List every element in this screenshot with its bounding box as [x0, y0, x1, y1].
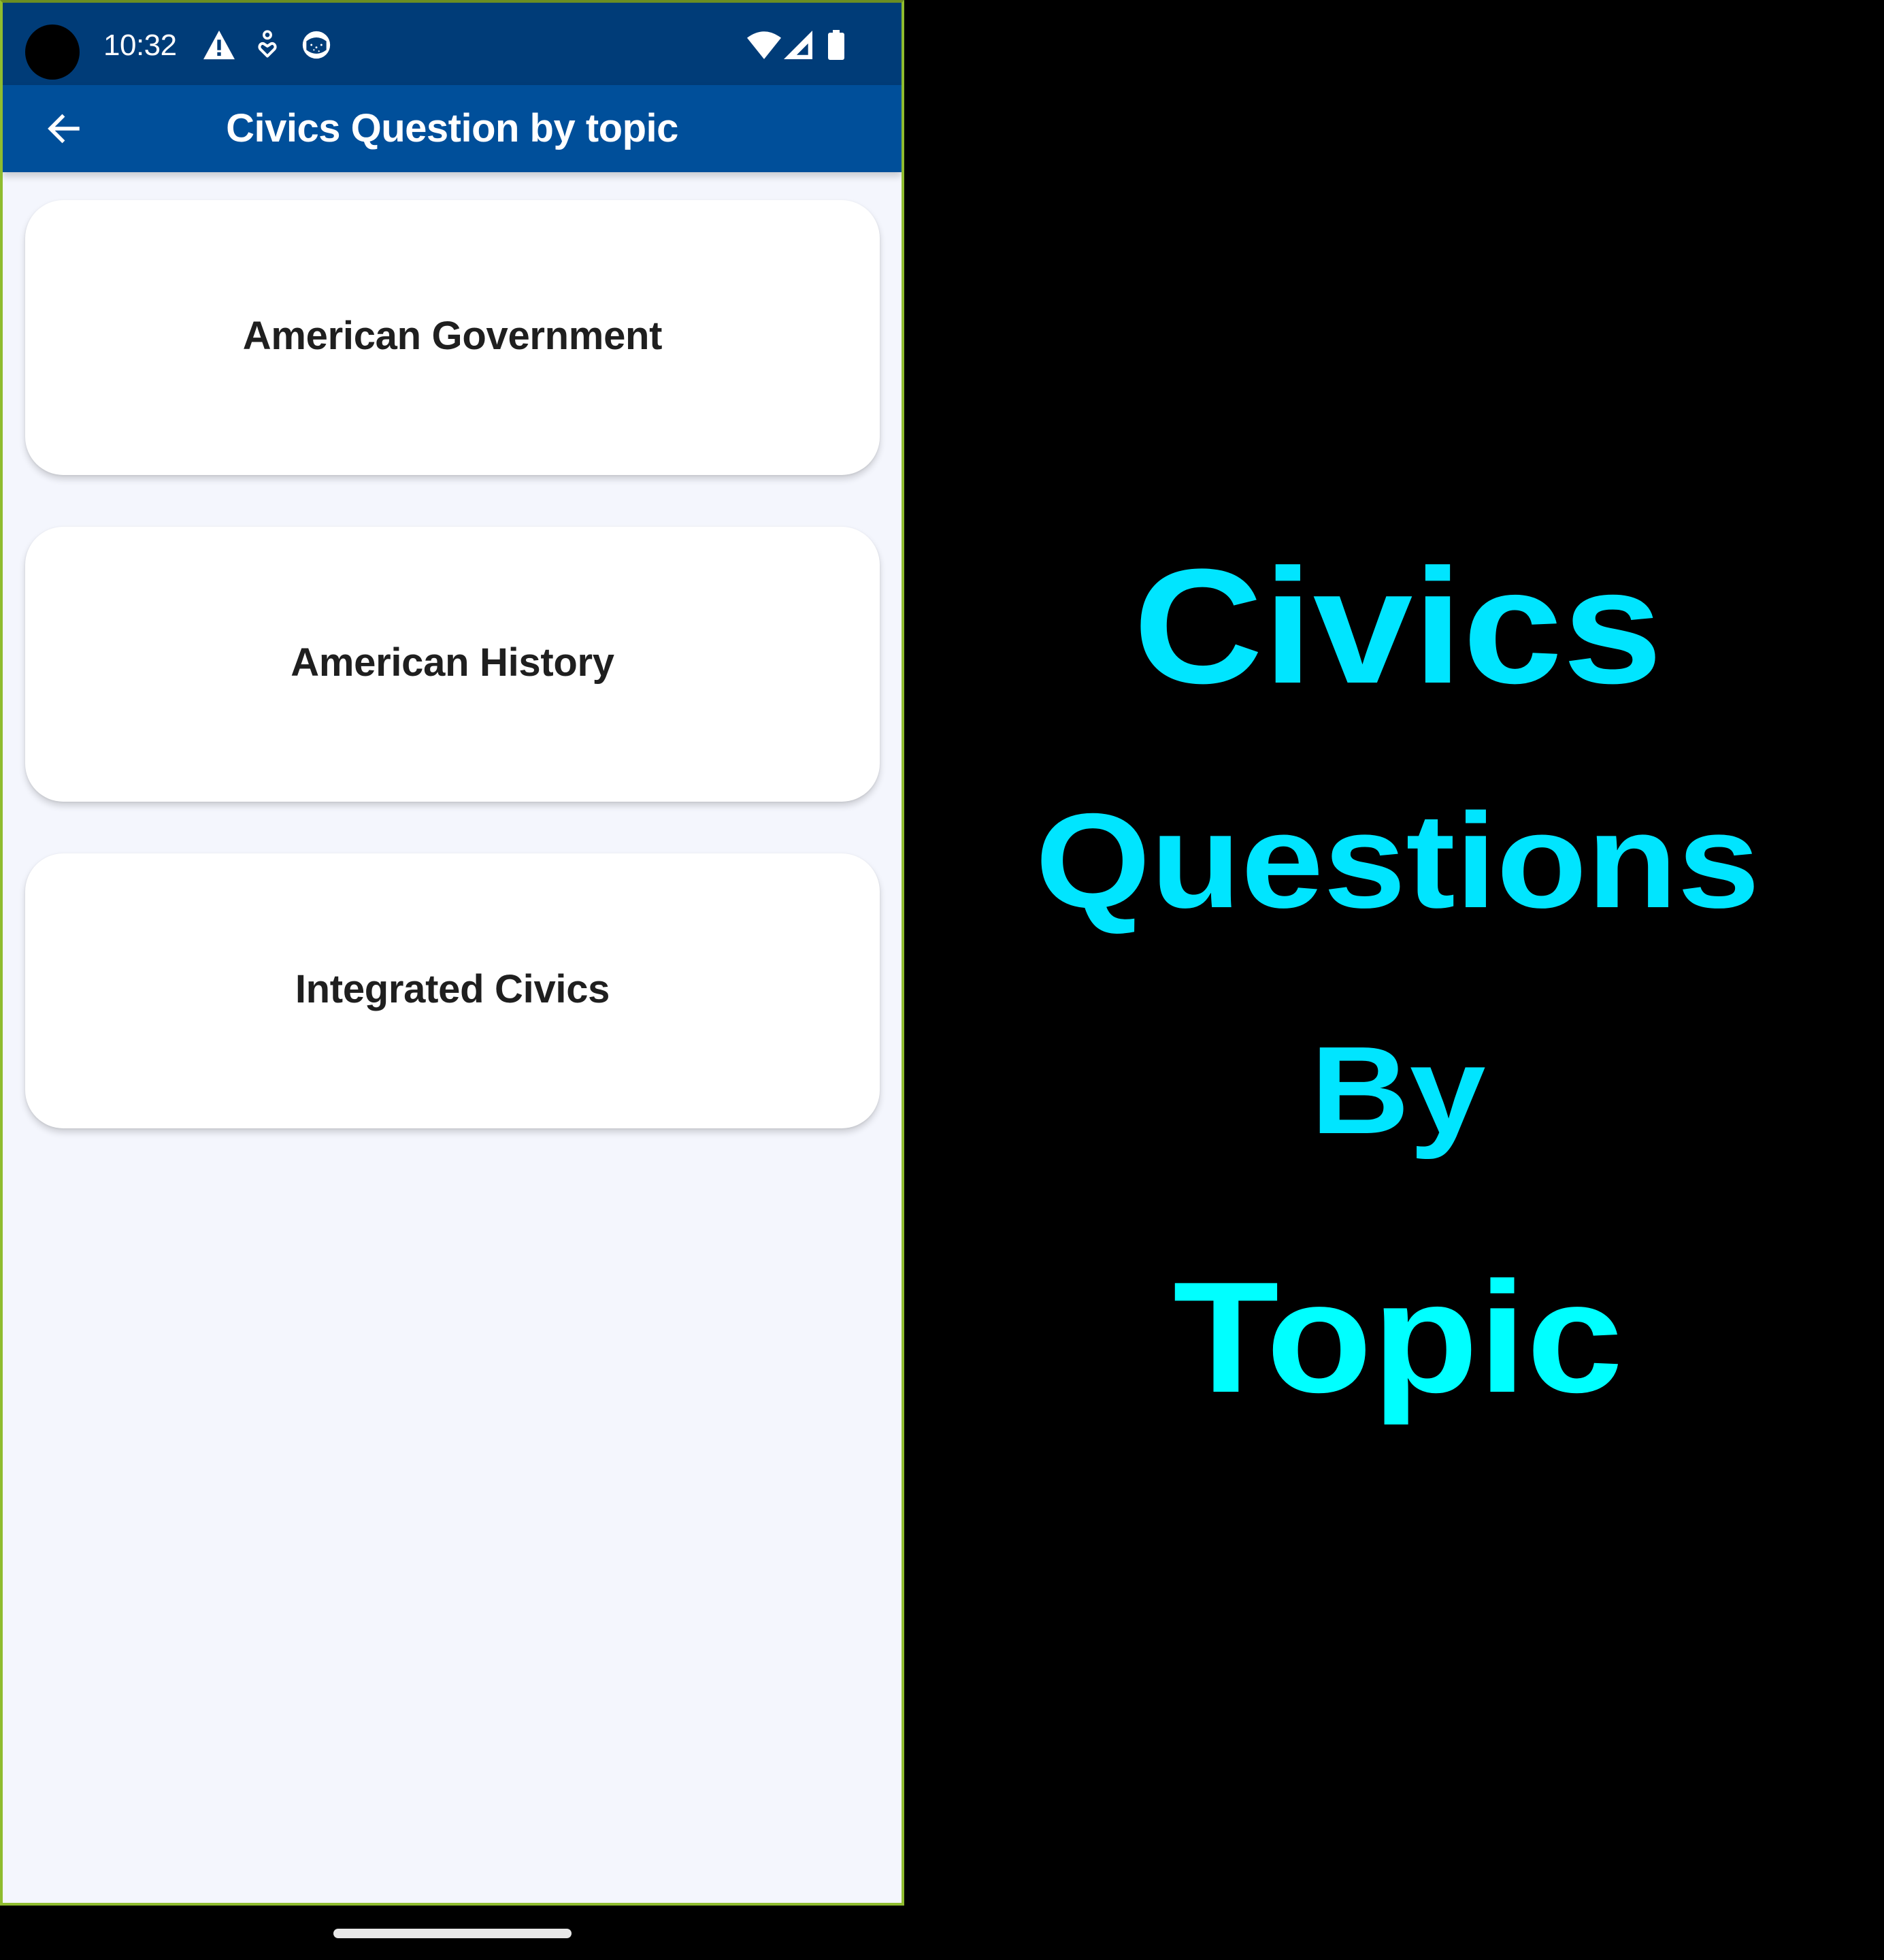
battery-icon	[827, 30, 845, 60]
topic-label: American History	[291, 640, 614, 685]
camera-cutout	[25, 24, 80, 80]
status-time: 10:32	[103, 29, 177, 62]
topic-label: American Government	[242, 314, 663, 358]
status-bar: 10:32	[3, 3, 902, 85]
topic-card-american-history[interactable]: American History	[25, 527, 880, 802]
face-icon	[301, 30, 332, 60]
wifi-icon	[747, 30, 781, 60]
promo-line-questions: Questions	[1036, 785, 1760, 936]
phone-screen: 10:32 Civics Question by topic American …	[0, 0, 904, 1906]
app-bar: Civics Question by topic	[3, 85, 902, 172]
warning-icon	[203, 30, 235, 60]
promo-line-topic: Topic	[1172, 1250, 1623, 1426]
promo-headline: Civics Questions By Topic	[912, 0, 1884, 1960]
accessibility-heart-icon	[257, 30, 278, 60]
promo-line-civics: Civics	[1133, 535, 1663, 717]
topic-card-integrated-civics[interactable]: Integrated Civics	[25, 853, 880, 1128]
topic-list: American Government American History Int…	[25, 200, 880, 1180]
page-title: Civics Question by topic	[226, 106, 678, 150]
topic-label: Integrated Civics	[295, 967, 610, 1011]
gesture-nav-handle[interactable]	[333, 1929, 572, 1938]
cell-signal-icon	[784, 30, 812, 60]
promo-line-by: By	[1310, 1020, 1486, 1160]
topic-card-american-government[interactable]: American Government	[25, 200, 880, 475]
